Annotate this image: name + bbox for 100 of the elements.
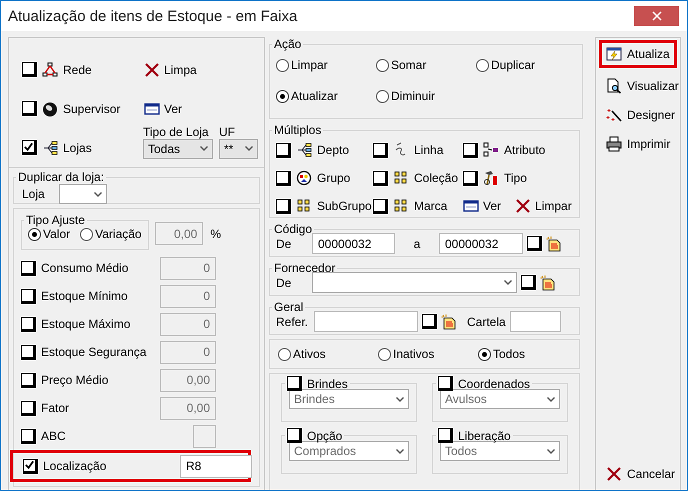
checkbox[interactable] <box>21 288 36 304</box>
radio-button[interactable]: Variação <box>80 227 142 241</box>
checkbox-label: Atributo <box>504 143 546 157</box>
checkbox[interactable] <box>463 170 478 186</box>
radio-circle[interactable] <box>476 58 489 72</box>
radio-circle[interactable] <box>276 90 289 102</box>
grid-icon <box>393 198 409 214</box>
checkbox[interactable] <box>21 316 36 332</box>
radio-button[interactable]: Inativos <box>378 347 478 361</box>
cancel-button[interactable]: Cancelar <box>599 463 677 485</box>
input-field[interactable]: 0,00 <box>160 368 216 392</box>
checkbox-label: Linha <box>414 143 444 157</box>
group-title: Duplicar da loja: <box>17 170 106 184</box>
checkbox[interactable] <box>23 458 38 474</box>
circle-icon <box>296 170 312 186</box>
note-icon <box>441 314 457 330</box>
radio-circle[interactable] <box>376 90 389 102</box>
input-field[interactable]: 0 <box>160 256 216 280</box>
action-button[interactable]: Imprimir <box>599 133 677 155</box>
input-field[interactable]: 00000032 <box>439 233 523 254</box>
checkbox[interactable] <box>21 428 36 444</box>
radio-button[interactable]: Valor <box>28 227 70 241</box>
checkbox-label: Consumo Médio <box>41 261 128 275</box>
input-field[interactable] <box>193 424 216 448</box>
action-button[interactable]: Limpar <box>515 198 572 214</box>
checkbox[interactable] <box>527 236 542 251</box>
checkbox[interactable] <box>21 400 36 416</box>
input-field[interactable]: 0 <box>160 340 216 364</box>
dropdown[interactable]: ** <box>219 138 258 158</box>
input-field[interactable]: 0,00 <box>160 396 216 420</box>
input-field[interactable]: 00000032 <box>312 233 395 254</box>
action-button[interactable]: Atualiza <box>599 40 677 68</box>
chevron-icon <box>547 448 555 454</box>
input-field[interactable]: 0 <box>160 312 216 336</box>
checkbox[interactable] <box>521 275 536 290</box>
diagram-icon <box>483 142 499 158</box>
radio-circle[interactable] <box>376 58 389 72</box>
radio-button[interactable]: Duplicar <box>476 58 576 72</box>
radio-button[interactable]: Todos <box>478 347 578 361</box>
input-field[interactable]: 0,00 <box>154 222 204 245</box>
clear-button[interactable]: Limpa <box>144 62 197 78</box>
radio-button[interactable]: Ativos <box>278 347 378 361</box>
note-icon <box>540 274 556 290</box>
note-button[interactable] <box>546 236 562 252</box>
note-icon <box>546 236 562 252</box>
checkbox-label: Coordenados <box>458 376 530 390</box>
radio-circle[interactable] <box>378 348 391 360</box>
field-label: De <box>276 236 292 250</box>
checkbox[interactable] <box>463 142 478 158</box>
chevron-icon <box>396 448 404 454</box>
group-title: Múltiplos <box>273 123 322 137</box>
input-field[interactable] <box>314 311 418 332</box>
note-button[interactable] <box>441 314 457 330</box>
action-button[interactable]: Designer <box>599 104 677 126</box>
radio-button[interactable]: Limpar <box>276 58 376 72</box>
radio-button[interactable]: Diminuir <box>376 89 476 103</box>
radio-circle[interactable] <box>276 58 289 72</box>
checkbox[interactable] <box>373 142 388 158</box>
input-field[interactable] <box>510 311 561 332</box>
checkbox-label: Rede <box>63 62 92 76</box>
radio-circle[interactable] <box>80 228 94 240</box>
tree-icon <box>296 142 312 158</box>
input-field[interactable]: 0 <box>160 284 216 308</box>
radio-circle[interactable] <box>478 348 491 360</box>
checkbox[interactable] <box>373 198 388 214</box>
checkbox[interactable] <box>373 170 388 186</box>
checkbox[interactable] <box>22 101 37 116</box>
action-button[interactable]: Ver <box>463 198 502 214</box>
note-button[interactable] <box>540 274 556 290</box>
checkbox[interactable] <box>22 140 37 155</box>
checkbox-label: Brindes <box>307 376 348 390</box>
docsearch-icon <box>606 78 622 94</box>
checkbox[interactable] <box>21 344 36 360</box>
checkbox-label: Marca <box>414 199 448 213</box>
window-icon <box>144 100 160 116</box>
checkbox[interactable] <box>422 314 437 329</box>
checkbox[interactable] <box>276 198 291 214</box>
chevron-icon <box>94 192 102 196</box>
input-field[interactable]: R8 <box>180 454 252 478</box>
checkbox[interactable] <box>21 260 36 276</box>
radio-button[interactable]: Atualizar <box>276 89 376 103</box>
field-label: Loja <box>22 187 45 201</box>
radio-button[interactable]: Somar <box>376 58 476 72</box>
checkbox-label: Estoque Mínimo <box>41 289 128 303</box>
radio-circle[interactable] <box>28 228 41 240</box>
disc-icon <box>42 100 58 116</box>
checkbox[interactable] <box>276 142 291 158</box>
checkbox[interactable] <box>21 372 36 388</box>
checkbox[interactable] <box>22 62 37 77</box>
checkbox[interactable] <box>276 170 291 186</box>
window-title: Atualização de itens de Estoque - em Faixa <box>8 8 298 24</box>
radio-circle[interactable] <box>278 348 291 360</box>
view-button[interactable]: Ver <box>144 100 182 116</box>
dropdown[interactable]: Todas <box>143 138 213 158</box>
checkbox-label: Depto <box>317 143 350 157</box>
action-button[interactable]: Visualizar <box>599 75 677 97</box>
chevron-icon <box>200 146 208 151</box>
close-button[interactable] <box>634 6 679 26</box>
checkbox-label: Preço Médio <box>41 373 108 387</box>
checkbox-label: Estoque Máximo <box>41 317 130 331</box>
